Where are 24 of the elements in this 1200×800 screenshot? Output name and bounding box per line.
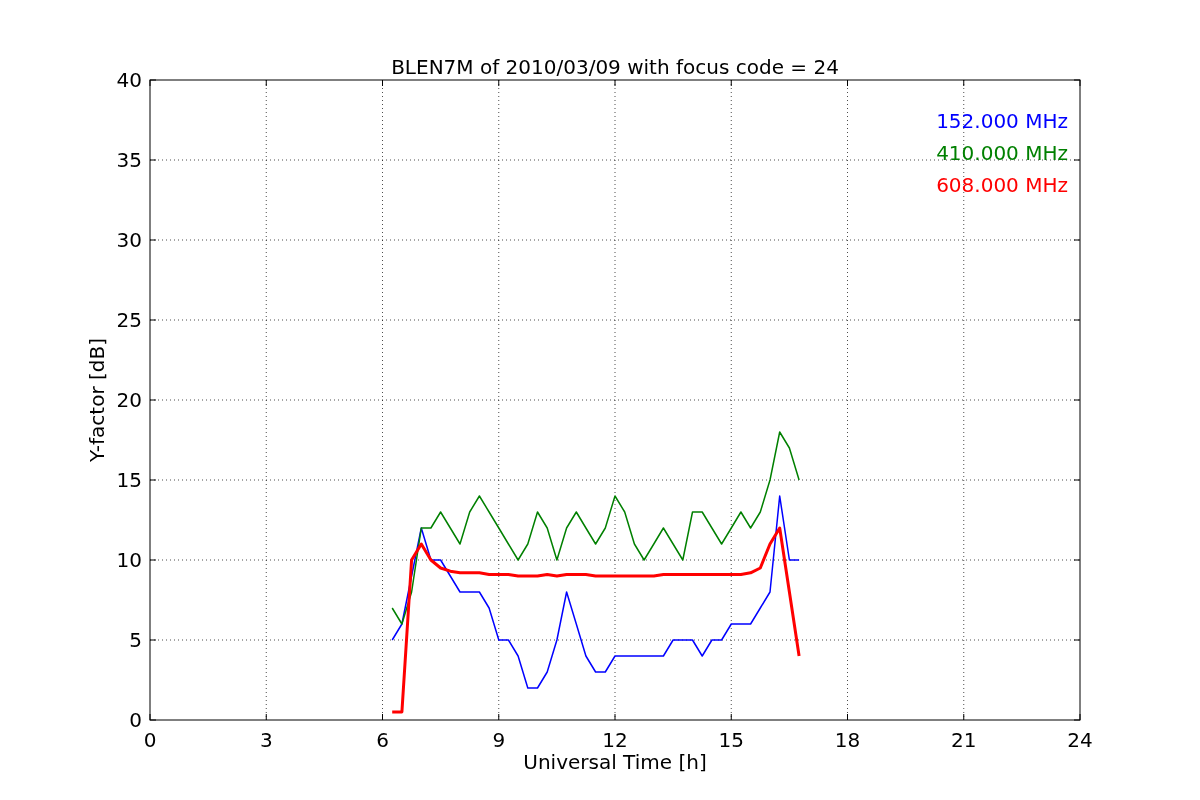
x-tick-label: 0 (143, 728, 157, 752)
y-tick-label: 0 (129, 708, 142, 732)
y-axis-label: Y-factor [dB] (85, 338, 109, 462)
x-tick-label: 15 (718, 728, 744, 752)
y-tick-label: 25 (116, 308, 142, 332)
x-tick-label: 24 (1067, 728, 1093, 752)
y-tick-label: 40 (116, 68, 142, 92)
y-tick-label: 5 (129, 628, 142, 652)
x-tick-label: 3 (259, 728, 273, 752)
x-tick-label: 9 (492, 728, 506, 752)
x-tick-label: 6 (376, 728, 389, 752)
x-axis-label: Universal Time [h] (523, 750, 707, 774)
legend-label: 152.000 MHz (936, 109, 1068, 133)
legend-label: 410.000 MHz (936, 141, 1068, 165)
y-tick-label: 35 (116, 148, 142, 172)
chart-title: BLEN7M of 2010/03/09 with focus code = 24 (391, 55, 839, 79)
x-tick-label: 21 (951, 728, 977, 752)
y-tick-label: 15 (116, 468, 142, 492)
y-tick-label: 30 (116, 228, 142, 252)
x-tick-label: 18 (834, 728, 861, 752)
y-tick-label: 10 (116, 548, 142, 572)
x-tick-label: 12 (602, 728, 628, 752)
legend-label: 608.000 MHz (936, 173, 1068, 197)
y-tick-label: 20 (116, 388, 142, 412)
